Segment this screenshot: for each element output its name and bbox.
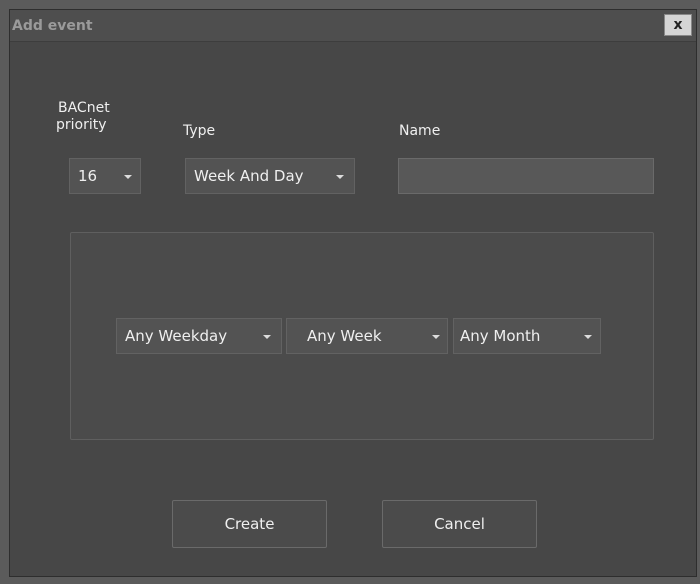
name-input[interactable] bbox=[398, 158, 654, 194]
chevron-down-icon bbox=[124, 175, 132, 179]
month-select[interactable]: Any Month bbox=[453, 318, 601, 354]
type-label: Type bbox=[183, 123, 216, 139]
title-bar[interactable]: Add event x bbox=[10, 10, 696, 42]
add-event-dialog: Add event x BACnet priority 16 Type Week… bbox=[9, 9, 697, 577]
week-value: Any Week bbox=[307, 327, 382, 345]
type-select[interactable]: Week And Day bbox=[185, 158, 355, 194]
weekday-value: Any Weekday bbox=[125, 327, 228, 345]
priority-label-line2: priority bbox=[56, 117, 107, 133]
priority-select[interactable]: 16 bbox=[69, 158, 141, 194]
cancel-button[interactable]: Cancel bbox=[382, 500, 537, 548]
month-value: Any Month bbox=[460, 327, 541, 345]
week-select[interactable]: Any Week bbox=[286, 318, 448, 354]
cancel-button-label: Cancel bbox=[434, 515, 485, 533]
chevron-down-icon bbox=[584, 335, 592, 339]
name-label: Name bbox=[399, 123, 441, 139]
close-button[interactable]: x bbox=[664, 14, 692, 36]
dialog-title: Add event bbox=[12, 18, 93, 34]
chevron-down-icon bbox=[432, 335, 440, 339]
priority-value: 16 bbox=[78, 167, 98, 185]
create-button[interactable]: Create bbox=[172, 500, 327, 548]
priority-label-line1: BACnet bbox=[58, 100, 110, 116]
weekday-select[interactable]: Any Weekday bbox=[116, 318, 282, 354]
create-button-label: Create bbox=[224, 515, 275, 533]
type-value: Week And Day bbox=[194, 167, 304, 185]
close-icon: x bbox=[673, 17, 683, 33]
chevron-down-icon bbox=[336, 175, 344, 179]
chevron-down-icon bbox=[263, 335, 271, 339]
